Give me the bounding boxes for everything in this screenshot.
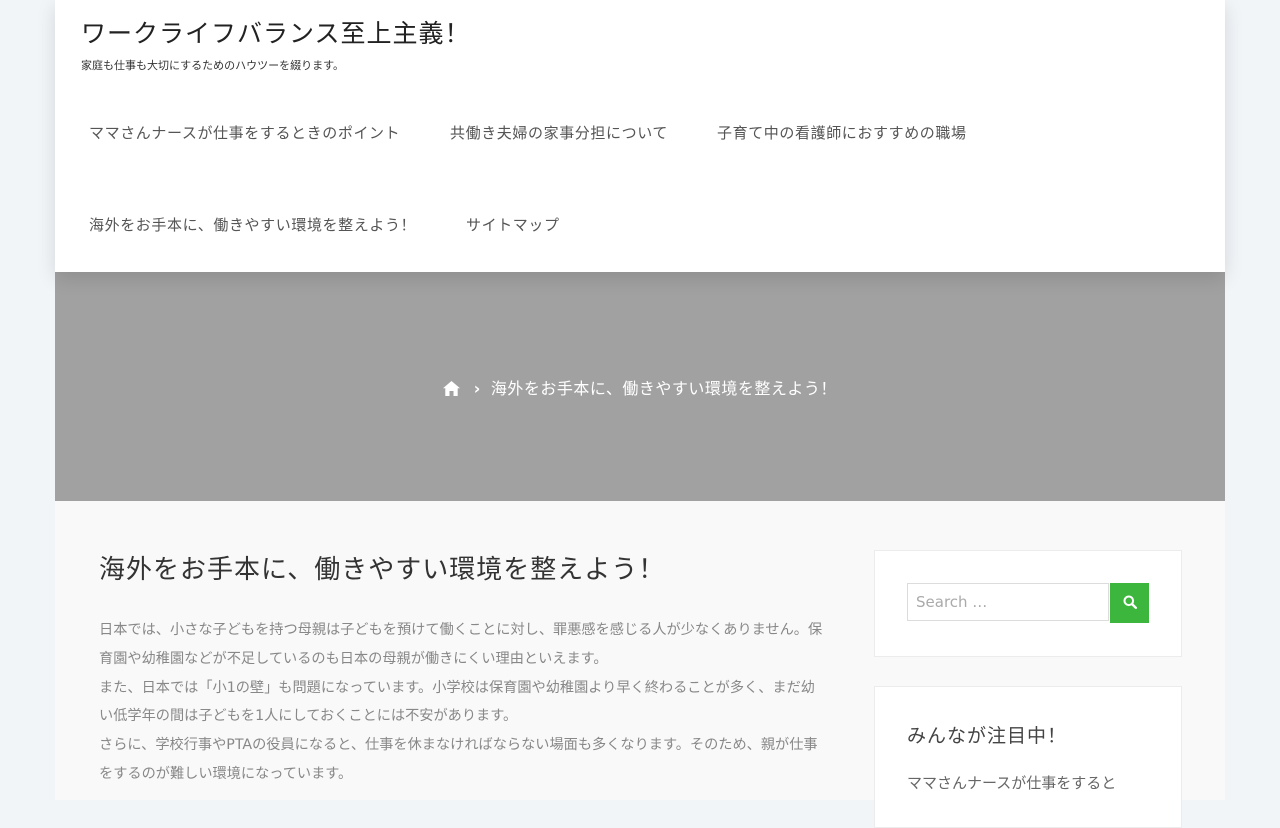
nav-item-sitemap[interactable]: サイトマップ <box>466 214 560 235</box>
nav-item-housework[interactable]: 共働き夫婦の家事分担について <box>450 122 668 143</box>
main-content: 海外をお手本に、働きやすい環境を整えよう！ 日本では、小さな子どもを持つ母親は子… <box>55 501 1225 828</box>
nav-item-mama-nurse[interactable]: ママさんナースが仕事をするときのポイント <box>89 122 400 143</box>
nav-item-overseas[interactable]: 海外をお手本に、働きやすい環境を整えよう！ <box>89 214 416 235</box>
widget-title: みんなが注目中！ <box>907 725 1068 747</box>
popular-widget: みんなが注目中！ ママさんナースが仕事をすると <box>874 686 1182 828</box>
page-hero: › 海外をお手本に、働きやすい環境を整えよう！ <box>55 272 1225 501</box>
search-widget <box>874 550 1182 657</box>
search-button[interactable] <box>1110 583 1149 623</box>
post-paragraph: また、日本では「小1の壁」も問題になっています。小学校は保育園や幼稚園より早く終… <box>99 679 815 725</box>
search-input[interactable] <box>907 583 1109 621</box>
nav-item-workplaces[interactable]: 子育て中の看護師におすすめの職場 <box>717 122 967 143</box>
home-icon[interactable] <box>443 379 466 398</box>
breadcrumb-current: 海外をお手本に、働きやすい環境を整えよう！ <box>490 379 837 398</box>
breadcrumb: › 海外をお手本に、働きやすい環境を整えよう！ <box>55 375 1225 399</box>
post-paragraph: さらに、学校行事やPTAの役員になると、仕事を休まなければならない場面も多くなり… <box>99 737 818 782</box>
post-body: 日本では、小さな子どもを持つ母親は子どもを預けて働くことに対し、罪悪感を感じる人… <box>99 616 829 789</box>
site-header: ワークライフバランス至上主義！ 家庭も仕事も大切にするためのハウツーを綴ります。… <box>55 0 1225 272</box>
post-title: 海外をお手本に、働きやすい環境を整えよう！ <box>99 555 666 585</box>
post-paragraph: 日本では、小さな子どもを持つ母親は子どもを預けて働くことに対し、罪悪感を感じる人… <box>99 622 823 667</box>
popular-post-link[interactable]: ママさんナースが仕事をすると <box>907 772 1116 793</box>
chevron-right-icon: › <box>473 379 481 398</box>
search-icon <box>1123 595 1137 612</box>
site-tagline: 家庭も仕事も大切にするためのハウツーを綴ります。 <box>81 59 345 72</box>
page: ワークライフバランス至上主義！ 家庭も仕事も大切にするためのハウツーを綴ります。… <box>55 0 1225 828</box>
site-title[interactable]: ワークライフバランス至上主義！ <box>81 14 471 50</box>
